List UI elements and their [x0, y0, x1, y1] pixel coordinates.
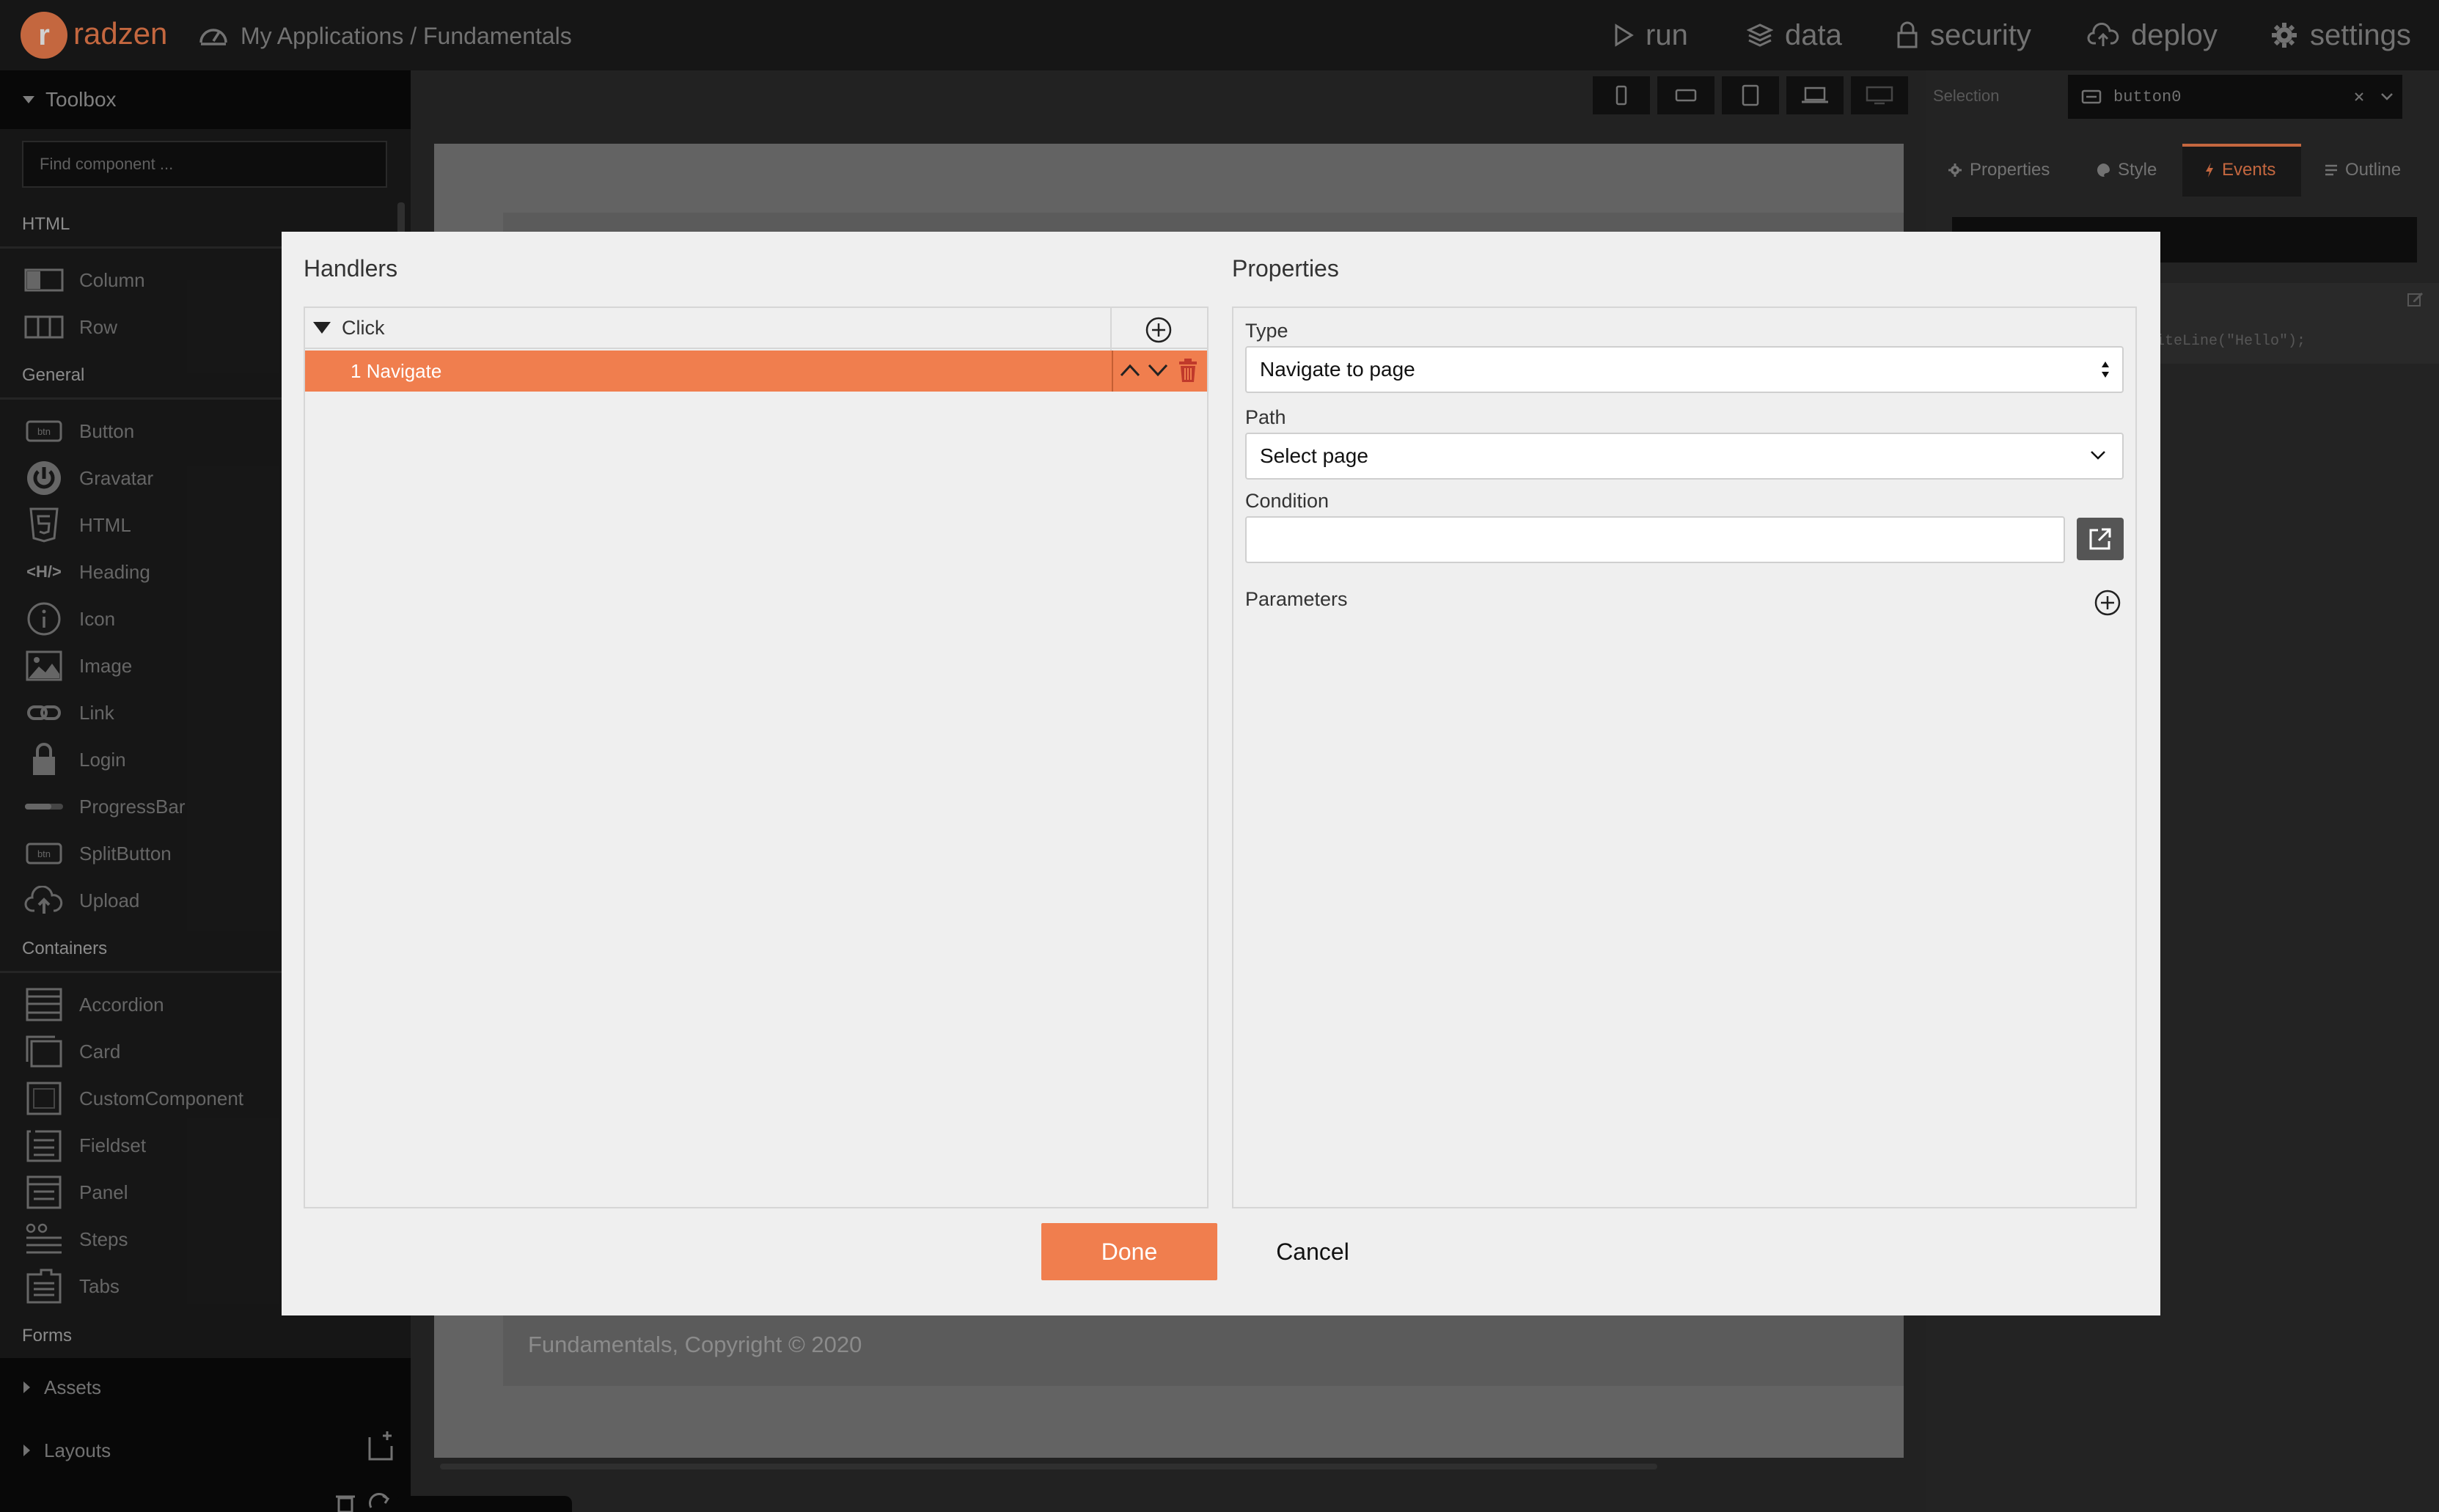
select-arrows-icon — [2100, 359, 2110, 380]
parameters-label: Parameters — [1245, 588, 1348, 610]
handler-label: 1 Navigate — [351, 351, 441, 392]
caret-down-icon — [312, 321, 331, 334]
handler-name: Navigate — [366, 360, 442, 382]
path-dropdown-value: Select page — [1260, 444, 1368, 467]
move-down-icon[interactable] — [1147, 362, 1169, 378]
type-label: Type — [1245, 320, 1288, 342]
move-up-icon[interactable] — [1119, 362, 1141, 378]
cancel-button[interactable]: Cancel — [1239, 1223, 1386, 1280]
external-link-icon — [2088, 526, 2113, 551]
path-dropdown[interactable]: Select page — [1245, 433, 2124, 480]
delete-handler-icon[interactable] — [1178, 358, 1198, 383]
done-button[interactable]: Done — [1041, 1223, 1217, 1280]
event-name: Click — [342, 316, 385, 339]
handler-index: 1 — [351, 360, 362, 382]
handlers-title: Handlers — [304, 255, 398, 282]
event-row-click[interactable]: Click — [305, 308, 1207, 349]
path-label: Path — [1245, 406, 1286, 428]
type-select-value: Navigate to page — [1260, 358, 1415, 381]
condition-expression-button[interactable] — [2077, 518, 2124, 560]
divider — [1112, 351, 1113, 392]
properties-title: Properties — [1232, 255, 1339, 282]
handlers-list — [304, 307, 1209, 1208]
condition-input[interactable] — [1245, 516, 2065, 563]
add-handler-icon[interactable] — [1145, 317, 1172, 343]
add-parameter-icon[interactable] — [2094, 590, 2121, 616]
type-select[interactable]: Navigate to page — [1245, 346, 2124, 393]
condition-label: Condition — [1245, 490, 1329, 512]
chevron-down-icon — [2090, 450, 2106, 460]
